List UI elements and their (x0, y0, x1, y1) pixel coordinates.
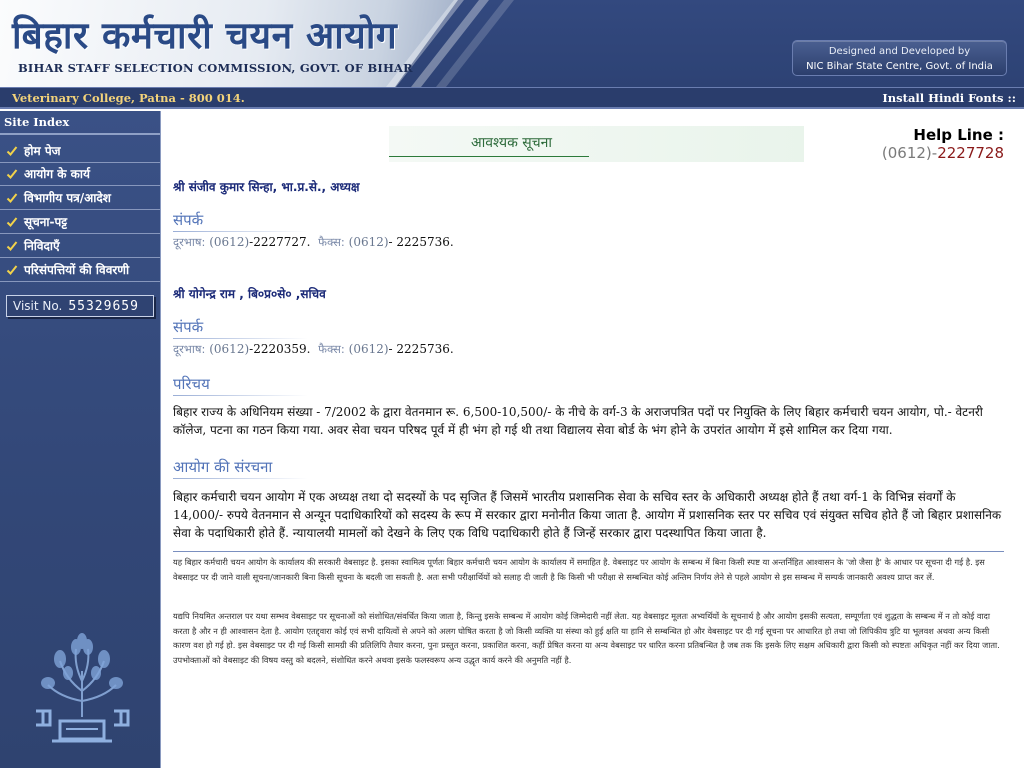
chairman-name: श्री संजीव कुमार सिन्हा, भा.प्र.से., अध्… (173, 180, 360, 194)
checkmark-icon (0, 145, 24, 157)
fax-number: - 2225736. (388, 235, 454, 249)
site-title-hindi: बिहार कर्मचारी चयन आयोग (12, 14, 398, 57)
divider (0, 133, 160, 135)
helpline-number: (0612)-2227728 (882, 144, 1004, 162)
divider (173, 395, 308, 396)
visit-counter: Visit No. 55329659 (6, 295, 154, 317)
divider (173, 478, 308, 479)
fax-label: फैक्स: (318, 342, 345, 356)
sidebar-item-label: निविदाएँ (24, 239, 60, 253)
structure-paragraph: बिहार कर्मचारी चयन आयोग में एक अध्यक्ष त… (173, 490, 1002, 540)
disclaimer-paragraph-1: यह बिहार कर्मचारी चयन आयोग के कार्यालय क… (173, 557, 985, 582)
phone-code: (0612) (209, 235, 250, 249)
phone-number: -2227727. (249, 235, 311, 249)
office-address: Veterinary College, Patna - 800 014. (12, 91, 245, 105)
fax-code: (0612) (348, 342, 389, 356)
phone-number: -2220359. (249, 342, 311, 356)
chairman-contact: दूरभाष: (0612)-2227727. फैक्स: (0612)- 2… (173, 235, 454, 250)
divider (173, 551, 1004, 552)
checkmark-icon (0, 168, 24, 180)
sidebar: Site Index होम पेज आयोग के कार्य विभागीय… (0, 111, 161, 768)
sidebar-item-tenders[interactable]: निविदाएँ (0, 234, 160, 258)
helpline-digits: 2227728 (937, 144, 1004, 162)
notice-underline (389, 156, 589, 157)
secretary-contact: दूरभाष: (0612)-2220359. फैक्स: (0612)- 2… (173, 342, 454, 357)
sidebar-item-label: होम पेज (24, 144, 61, 158)
site-header: बिहार कर्मचारी चयन आयोग BIHAR STAFF SELE… (0, 0, 1024, 87)
checkmark-icon (0, 216, 24, 228)
sidebar-item-label: सूचना-पट्ट (24, 215, 68, 229)
disclaimer-paragraph-2: यद्यपि नियमित अन्तराल पर यथा सम्भव वेबसा… (173, 611, 1000, 665)
sidebar-item-department-letters[interactable]: विभागीय पत्र/आदेश (0, 186, 160, 210)
divider (173, 231, 308, 232)
notice-title[interactable]: आवश्यक सूचना (434, 133, 589, 152)
install-hindi-fonts-link[interactable]: Install Hindi Fonts :: (882, 91, 1016, 105)
contact-heading: संपर्क (173, 211, 204, 229)
sidebar-item-notice-board[interactable]: सूचना-पट्ट (0, 210, 160, 234)
visit-counter-label: Visit No. (13, 299, 63, 313)
divider (173, 338, 308, 339)
structure-heading: आयोग की संरचना (173, 458, 273, 476)
site-index-heading: Site Index (4, 115, 70, 129)
sidebar-item-label: आयोग के कार्य (24, 167, 90, 181)
intro-heading: परिचय (173, 375, 210, 393)
fax-label: फैक्स: (318, 235, 345, 249)
secretary-name: श्री योगेन्द्र राम , बि०प्र०से० ,सचिव (173, 287, 326, 301)
credits-line-1: Designed and Developed by (828, 46, 971, 57)
sidebar-item-label: परिसंपत्तियों की विवरणी (24, 263, 130, 277)
credits-line-2[interactable]: NIC Bihar State Centre, Govt. of India (793, 59, 1006, 74)
visit-counter-value: 55329659 (68, 298, 139, 314)
phone-code: (0612) (209, 342, 250, 356)
sidebar-item-commission-work[interactable]: आयोग के कार्य (0, 162, 160, 186)
sidebar-item-home[interactable]: होम पेज (0, 139, 160, 163)
checkmark-icon (0, 264, 24, 276)
checkmark-icon (0, 240, 24, 252)
fax-code: (0612) (348, 235, 389, 249)
contact-heading: संपर्क (173, 318, 204, 336)
site-title-english: BIHAR STAFF SELECTION COMMISSION, GOVT. … (18, 61, 413, 75)
bihar-emblem-icon (30, 631, 134, 755)
credits-box[interactable]: Designed and Developed by NIC Bihar Stat… (792, 40, 1007, 76)
sidebar-item-label: विभागीय पत्र/आदेश (24, 191, 111, 205)
phone-label: दूरभाष: (173, 235, 206, 249)
intro-paragraph: बिहार राज्य के अधिनियम संख्या - 7/2002 क… (173, 405, 983, 437)
fax-number: - 2225736. (388, 342, 454, 356)
sidebar-item-asset-details[interactable]: परिसंपत्तियों की विवरणी (0, 258, 160, 282)
phone-label: दूरभाष: (173, 342, 206, 356)
helpline-code: (0612)- (881, 144, 938, 162)
notice-banner: आवश्यक सूचना (389, 126, 804, 162)
checkmark-icon (0, 192, 24, 204)
helpline-label: Help Line : (913, 126, 1004, 144)
address-bar: Veterinary College, Patna - 800 014. Ins… (0, 87, 1024, 109)
main-content: आवश्यक सूचना Help Line : (0612)-2227728 … (162, 111, 1024, 768)
